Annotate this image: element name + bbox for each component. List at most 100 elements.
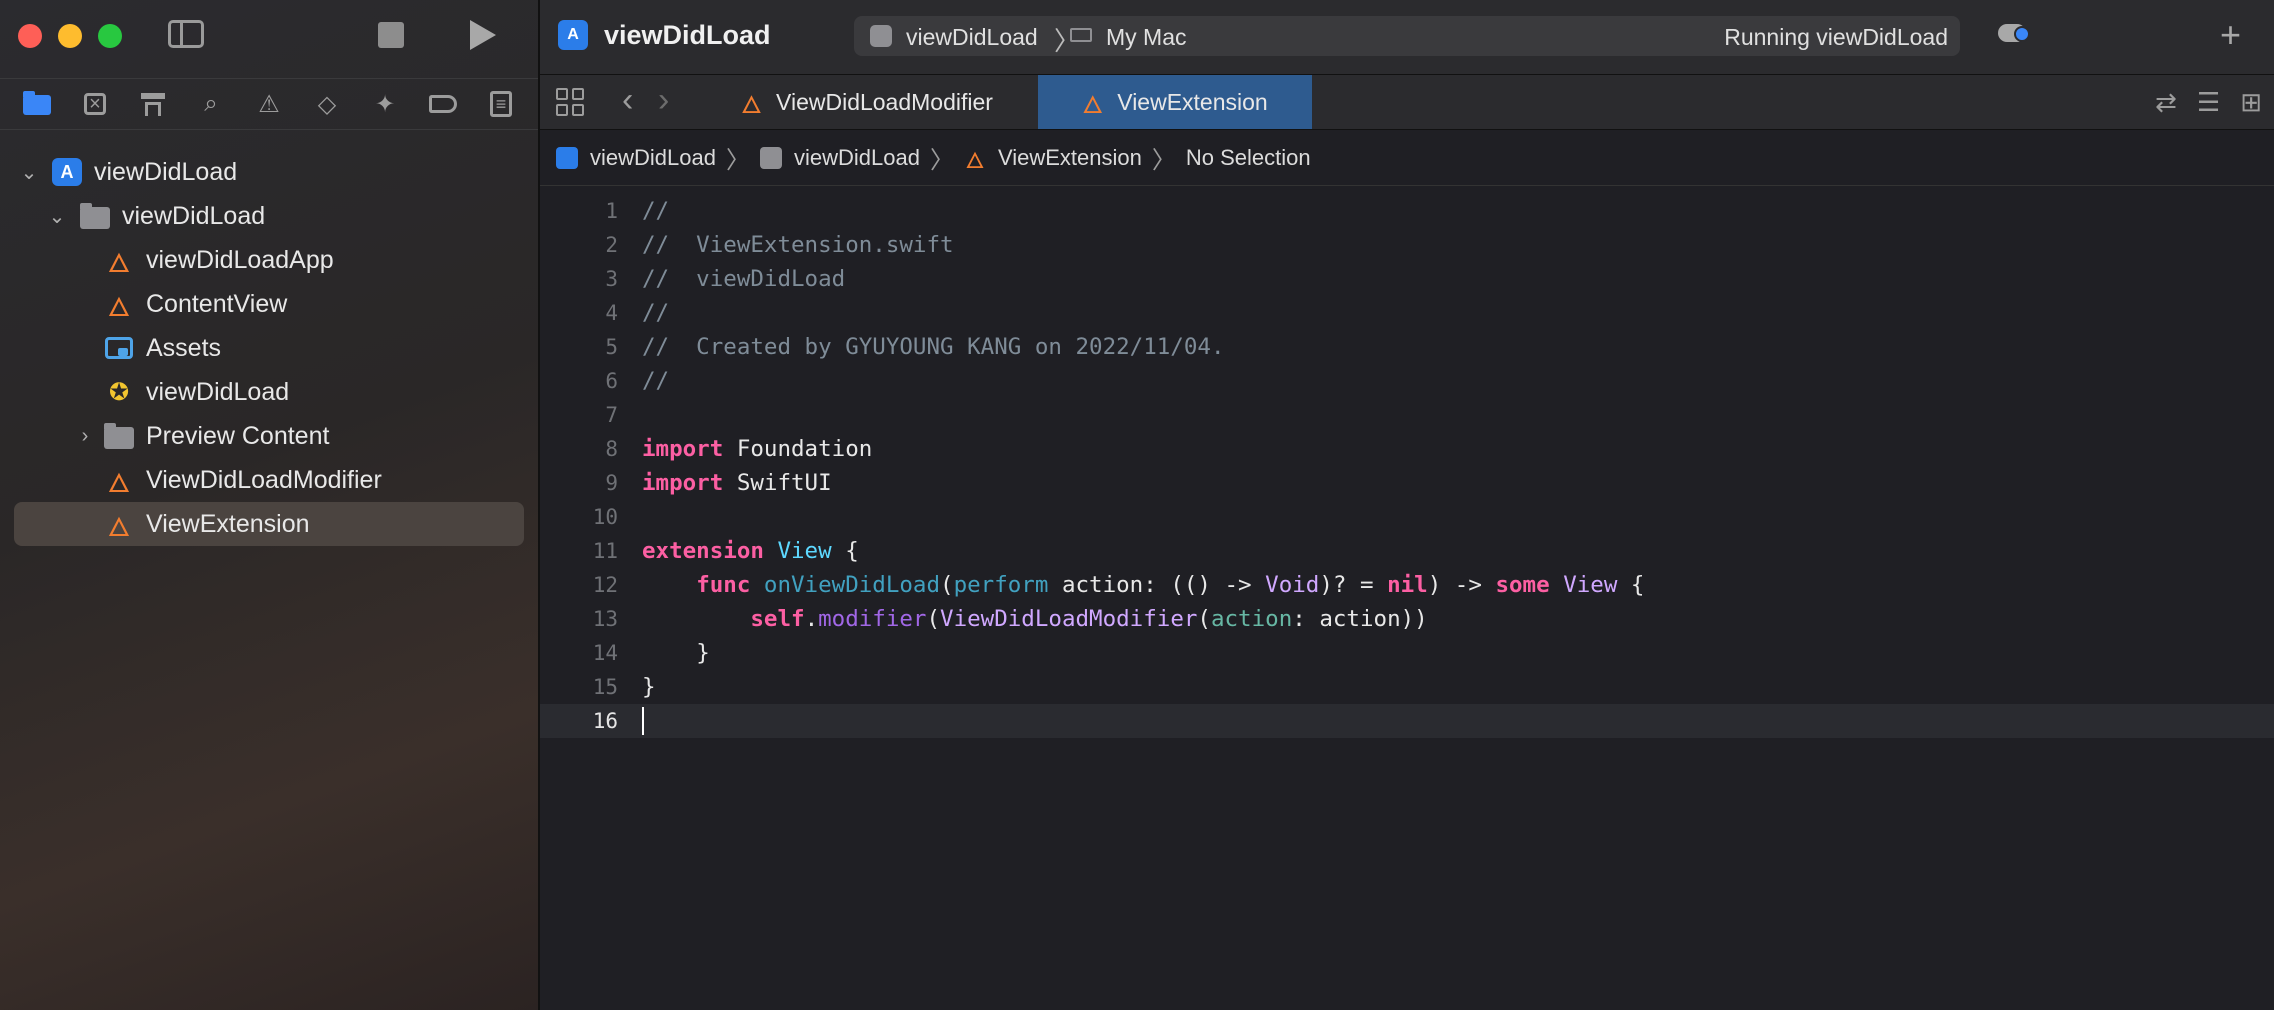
related-items-icon[interactable] — [556, 88, 584, 116]
line-number: 9 — [605, 471, 618, 495]
xcode-window: ⌕ ⚠ ◇ ✦ ⌄ A viewDidLoad ⌄ viewDidLoad 🜂 … — [0, 0, 2274, 1010]
line-number: 12 — [592, 573, 618, 597]
code-line[interactable]: 8 import Foundation — [540, 432, 2274, 466]
destination-name[interactable]: My Mac — [1106, 24, 1187, 51]
breadcrumb-project[interactable]: viewDidLoad — [556, 145, 716, 171]
tree-item-folder[interactable]: › Preview Content — [0, 414, 538, 458]
line-number: 15 — [592, 675, 618, 699]
tree-item-file[interactable]: 🜂 ContentView — [0, 282, 538, 326]
breakpoint-icon[interactable] — [428, 89, 458, 119]
sidebar-toggle-icon[interactable] — [168, 20, 204, 48]
tab-viewextension[interactable]: 🜂 ViewExtension — [1038, 75, 1312, 129]
code-line[interactable]: 12 func onViewDidLoad(perform action: ((… — [540, 568, 2274, 602]
cloud-status-icon[interactable] — [1998, 24, 2030, 42]
keyword-token: import — [642, 470, 724, 496]
tree-item-label: ViewDidLoadModifier — [146, 465, 382, 494]
code-line[interactable]: 3 // viewDidLoad — [540, 262, 2274, 296]
swift-file-icon: 🜂 — [1082, 92, 1104, 119]
zoom-window-button[interactable] — [98, 24, 122, 48]
source-editor[interactable]: 1 // 2 // ViewExtension.swift 3 // viewDidL… — [540, 194, 2274, 1010]
type-token: View — [777, 538, 832, 564]
tree-item-label: viewDidLoadApp — [146, 245, 334, 274]
forward-icon[interactable]: › — [658, 81, 669, 120]
debug-icon[interactable]: ✦ — [370, 89, 400, 119]
tab-label: ViewDidLoadModifier — [776, 88, 993, 115]
tree-item-file-selected[interactable]: 🜂 ViewExtension — [14, 502, 524, 546]
activity-status: Running viewDidLoad — [1724, 24, 1948, 50]
swift-file-icon: 🜂 — [107, 467, 131, 498]
back-icon[interactable]: ‹ — [622, 81, 633, 120]
code-line[interactable]: 4 // — [540, 296, 2274, 330]
code-comment: // — [642, 300, 670, 326]
keyword-token: extension — [642, 538, 764, 564]
line-number: 13 — [592, 607, 618, 631]
breadcrumb-folder[interactable]: viewDidLoad — [759, 145, 920, 171]
entitlements-icon: ✪ — [108, 378, 130, 406]
code-text: func onViewDidLoad(perform action: (() -… — [696, 572, 1645, 598]
tree-item-file[interactable]: Assets — [0, 326, 538, 370]
chevron-right-icon[interactable]: › — [74, 425, 96, 448]
tree-item-folder[interactable]: ⌄ viewDidLoad — [0, 194, 538, 238]
tree-item-file[interactable]: ✪ viewDidLoad — [0, 370, 538, 414]
code-line[interactable]: 11 extension View { — [540, 534, 2274, 568]
find-icon[interactable]: ⌕ — [196, 89, 226, 119]
symbol-icon[interactable] — [138, 89, 168, 119]
chevron-down-icon[interactable]: ⌄ — [46, 204, 68, 229]
close-window-button[interactable] — [18, 24, 42, 48]
code-line[interactable]: 10 — [540, 500, 2274, 534]
breadcrumb-label: viewDidLoad — [590, 144, 716, 170]
folder-icon — [80, 202, 110, 230]
run-icon[interactable] — [470, 20, 496, 50]
param-token: action — [1319, 606, 1401, 632]
code-line[interactable]: 13 self.modifier(ViewDidLoadModifier(act… — [540, 602, 2274, 636]
code-text: import Foundation — [642, 436, 872, 462]
add-editor-icon[interactable]: ⊞ — [2240, 87, 2262, 118]
code-line-current[interactable]: 16 — [540, 704, 2274, 738]
breadcrumb-file[interactable]: 🜂 ViewExtension — [964, 145, 1142, 173]
code-text: } — [642, 640, 710, 666]
line-number: 11 — [592, 539, 618, 563]
code-line[interactable]: 5 // Created by GYUYOUNG KANG on 2022/11/… — [540, 330, 2274, 364]
code-line[interactable]: 15} — [540, 670, 2274, 704]
tree-item-project[interactable]: ⌄ A viewDidLoad — [0, 150, 538, 194]
keyword-token: func — [696, 572, 751, 598]
code-line[interactable]: 1 // — [540, 194, 2274, 228]
minimize-window-button[interactable] — [58, 24, 82, 48]
breadcrumb-symbol[interactable]: No Selection — [1186, 145, 1311, 171]
code-line[interactable]: 6 // — [540, 364, 2274, 398]
code-text — [642, 707, 644, 735]
line-number: 14 — [592, 641, 618, 665]
line-number: 10 — [592, 505, 618, 529]
code-line[interactable]: 7 — [540, 398, 2274, 432]
code-line[interactable]: 9 import SwiftUI — [540, 466, 2274, 500]
project-icon: A — [52, 158, 82, 186]
editor-options-icon[interactable]: ☰ — [2197, 87, 2220, 118]
test-icon[interactable]: ◇ — [312, 89, 342, 119]
report-icon[interactable] — [486, 89, 516, 119]
tab-viewdidloadmodifier[interactable]: 🜂 ViewDidLoadModifier — [700, 75, 1034, 129]
code-comment: // — [642, 198, 670, 224]
navigator-selector-bar: ⌕ ⚠ ◇ ✦ — [0, 78, 538, 130]
code-line[interactable]: 14 } — [540, 636, 2274, 670]
chevron-down-icon[interactable]: ⌄ — [18, 160, 40, 185]
swift-file-icon: 🜂 — [965, 147, 985, 173]
assets-icon — [104, 334, 134, 362]
swap-icon[interactable]: ⇄ — [2155, 87, 2177, 118]
folder-icon[interactable] — [22, 89, 52, 119]
tree-item-label: Preview Content — [146, 421, 330, 450]
tree-item-file[interactable]: 🜂 ViewDidLoadModifier — [0, 458, 538, 502]
code-line[interactable]: 2 // ViewExtension.swift — [540, 228, 2274, 262]
mac-icon — [1070, 28, 1092, 42]
function-token: onViewDidLoad — [763, 572, 941, 598]
stop-icon[interactable] — [378, 22, 404, 48]
type-token: ViewDidLoadModifier — [940, 606, 1198, 632]
line-number: 8 — [605, 437, 618, 461]
scheme-name[interactable]: viewDidLoad — [906, 24, 1038, 51]
tree-item-file[interactable]: 🜂 viewDidLoadApp — [0, 238, 538, 282]
line-number: 4 — [605, 301, 618, 325]
issue-icon[interactable]: ⚠ — [254, 89, 284, 119]
source-control-icon[interactable] — [80, 89, 110, 119]
scheme-selector[interactable]: viewDidLoad 〉 My Mac Running viewDidLoad — [854, 16, 1960, 56]
add-icon[interactable]: + — [2220, 14, 2241, 56]
breadcrumb-label: No Selection — [1185, 144, 1311, 170]
